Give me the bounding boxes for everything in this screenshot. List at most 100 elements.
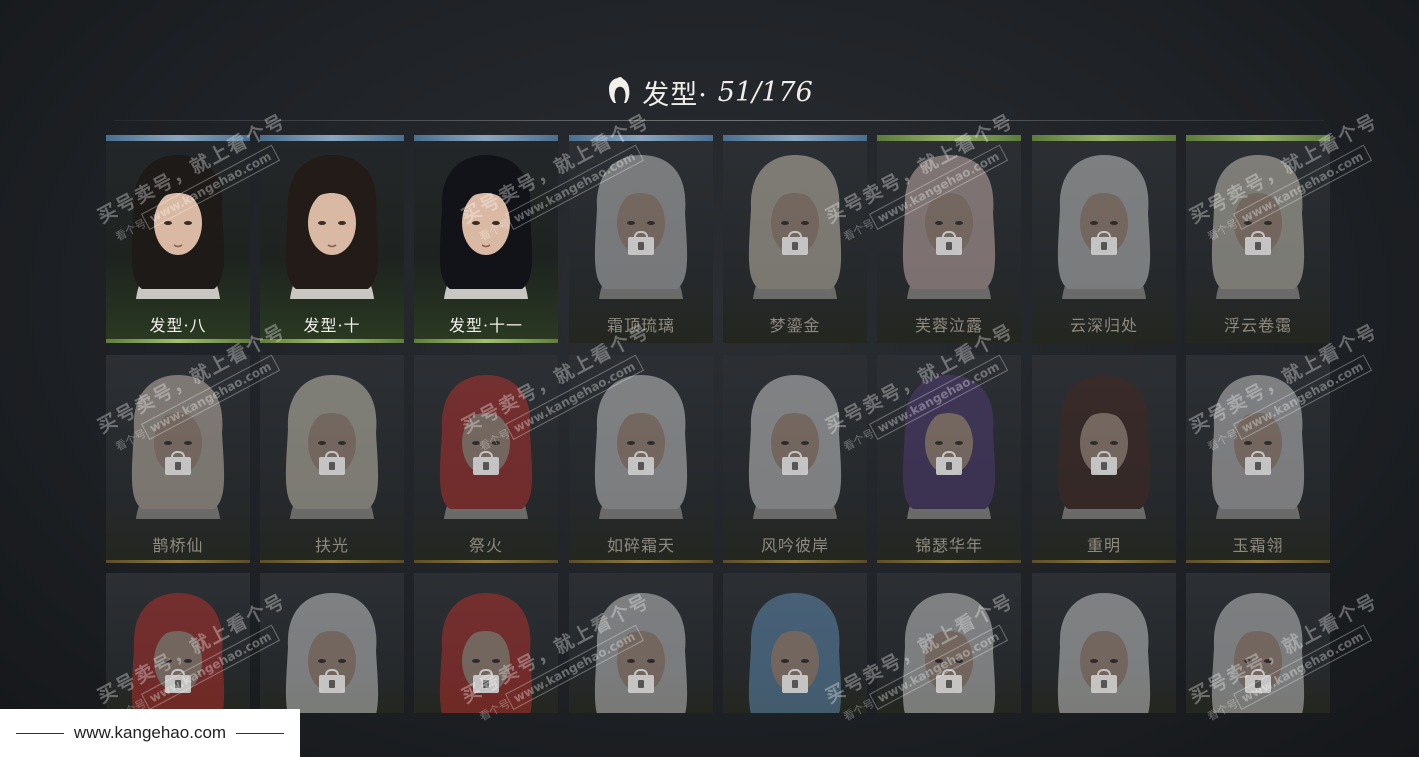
character-portrait [1211, 155, 1305, 299]
footer-url: www.kangehao.com [73, 723, 227, 742]
lock-icon [782, 451, 808, 475]
hairstyle-name: 鹊桥仙 [152, 536, 204, 555]
hairstyle-card[interactable]: 锦瑟华年 [877, 355, 1021, 563]
character-portrait [1211, 375, 1305, 519]
hairstyle-card[interactable]: 扶光 [260, 355, 404, 563]
character-portrait [439, 155, 533, 299]
hairstyle-card[interactable]: 重明 [1032, 355, 1176, 563]
footer-banner: www.kangehao.com [0, 709, 300, 757]
lock-icon [782, 231, 808, 255]
rarity-strip [260, 135, 404, 141]
rarity-strip [1186, 135, 1330, 141]
hairstyle-card[interactable]: 云深归处 [1032, 135, 1176, 343]
hairstyle-card[interactable] [1032, 573, 1176, 713]
rarity-strip [877, 135, 1021, 141]
hairstyle-card[interactable] [723, 573, 867, 713]
character-portrait [1057, 375, 1151, 519]
hairstyle-icon [606, 76, 632, 108]
page-header: 发型· 51/176 [0, 72, 1419, 112]
hairstyle-name: 霜顶琉璃 [606, 316, 675, 335]
lock-icon [319, 669, 345, 693]
character-portrait [1057, 593, 1151, 713]
hairstyle-name: 扶光 [314, 536, 349, 555]
rarity-strip [569, 135, 713, 141]
hairstyle-card[interactable] [414, 573, 558, 713]
hairstyle-card[interactable]: 如碎霜天 [569, 355, 713, 563]
rarity-strip [106, 135, 250, 141]
lock-icon [1245, 231, 1271, 255]
character-portrait [902, 593, 996, 713]
hairstyle-grid: 发型·八 发型·十 发型·十一 霜顶琉璃 梦鎏金 芙蓉泣露 云深归处 浮云卷霭鹊桥仙 扶光 祭火 如… [106, 135, 1336, 713]
hairstyle-card[interactable]: 芙蓉泣露 [877, 135, 1021, 343]
header-divider [114, 120, 1324, 121]
lock-icon [936, 451, 962, 475]
hairstyle-name: 浮云卷霭 [1223, 316, 1292, 335]
hairstyle-name: 芙蓉泣露 [914, 316, 983, 335]
hairstyle-card[interactable] [877, 573, 1021, 713]
character-portrait [902, 375, 996, 519]
lock-icon [1245, 451, 1271, 475]
character-portrait [1057, 155, 1151, 299]
lock-icon [1245, 669, 1271, 693]
hairstyle-card[interactable]: 玉霜翎 [1186, 355, 1330, 563]
lock-icon [319, 451, 345, 475]
character-portrait [131, 375, 225, 519]
rarity-strip [1032, 135, 1176, 141]
hairstyle-card[interactable]: 梦鎏金 [723, 135, 867, 343]
hairstyle-name: 发型·十 [303, 316, 361, 335]
hairstyle-name: 重明 [1086, 536, 1121, 555]
character-portrait [594, 593, 688, 713]
hairstyle-card[interactable] [260, 573, 404, 713]
character-portrait [285, 593, 379, 713]
hairstyle-card[interactable]: 风吟彼岸 [723, 355, 867, 563]
character-portrait [594, 375, 688, 519]
footer-divider-right [236, 732, 285, 734]
lock-icon [1091, 669, 1117, 693]
hairstyle-name: 梦鎏金 [769, 316, 821, 335]
hairstyle-name: 云深归处 [1069, 316, 1138, 335]
lock-icon [628, 451, 654, 475]
hairstyle-name: 发型·十一 [448, 316, 524, 335]
character-portrait [131, 593, 225, 713]
hairstyle-card[interactable]: 霜顶琉璃 [569, 135, 713, 343]
footer-divider-left [15, 732, 64, 734]
hairstyle-name: 锦瑟华年 [914, 536, 983, 555]
character-portrait [131, 155, 225, 299]
rarity-strip [414, 135, 558, 141]
hairstyle-card[interactable]: 祭火 [414, 355, 558, 563]
lock-icon [628, 231, 654, 255]
lock-icon [628, 669, 654, 693]
hairstyle-name: 如碎霜天 [606, 536, 675, 555]
hairstyle-card[interactable]: 浮云卷霭 [1186, 135, 1330, 343]
character-portrait [748, 375, 842, 519]
lock-icon [1091, 231, 1117, 255]
lock-icon [165, 451, 191, 475]
lock-icon [936, 231, 962, 255]
lock-icon [165, 669, 191, 693]
hairstyle-card[interactable]: 发型·十一 [414, 135, 558, 343]
hairstyle-card[interactable] [106, 573, 250, 713]
lock-icon [473, 451, 499, 475]
hairstyle-card[interactable]: 鹊桥仙 [106, 355, 250, 563]
lock-icon [936, 669, 962, 693]
character-portrait [285, 155, 379, 299]
hairstyle-name: 祭火 [468, 536, 503, 555]
character-portrait [748, 155, 842, 299]
lock-icon [1091, 451, 1117, 475]
hairstyle-card[interactable]: 发型·八 [106, 135, 250, 343]
character-portrait [594, 155, 688, 299]
character-portrait [902, 155, 996, 299]
character-portrait [748, 593, 842, 713]
rarity-strip [723, 135, 867, 141]
hairstyle-name: 风吟彼岸 [760, 536, 829, 555]
collection-count: 51/176 [717, 76, 813, 108]
lock-icon [782, 669, 808, 693]
character-portrait [439, 375, 533, 519]
character-portrait [285, 375, 379, 519]
character-portrait [1211, 593, 1305, 713]
hairstyle-card[interactable]: 发型·十 [260, 135, 404, 343]
lock-icon [473, 669, 499, 693]
hairstyle-card[interactable] [569, 573, 713, 713]
hairstyle-name: 玉霜翎 [1232, 536, 1284, 555]
hairstyle-card[interactable] [1186, 573, 1330, 713]
